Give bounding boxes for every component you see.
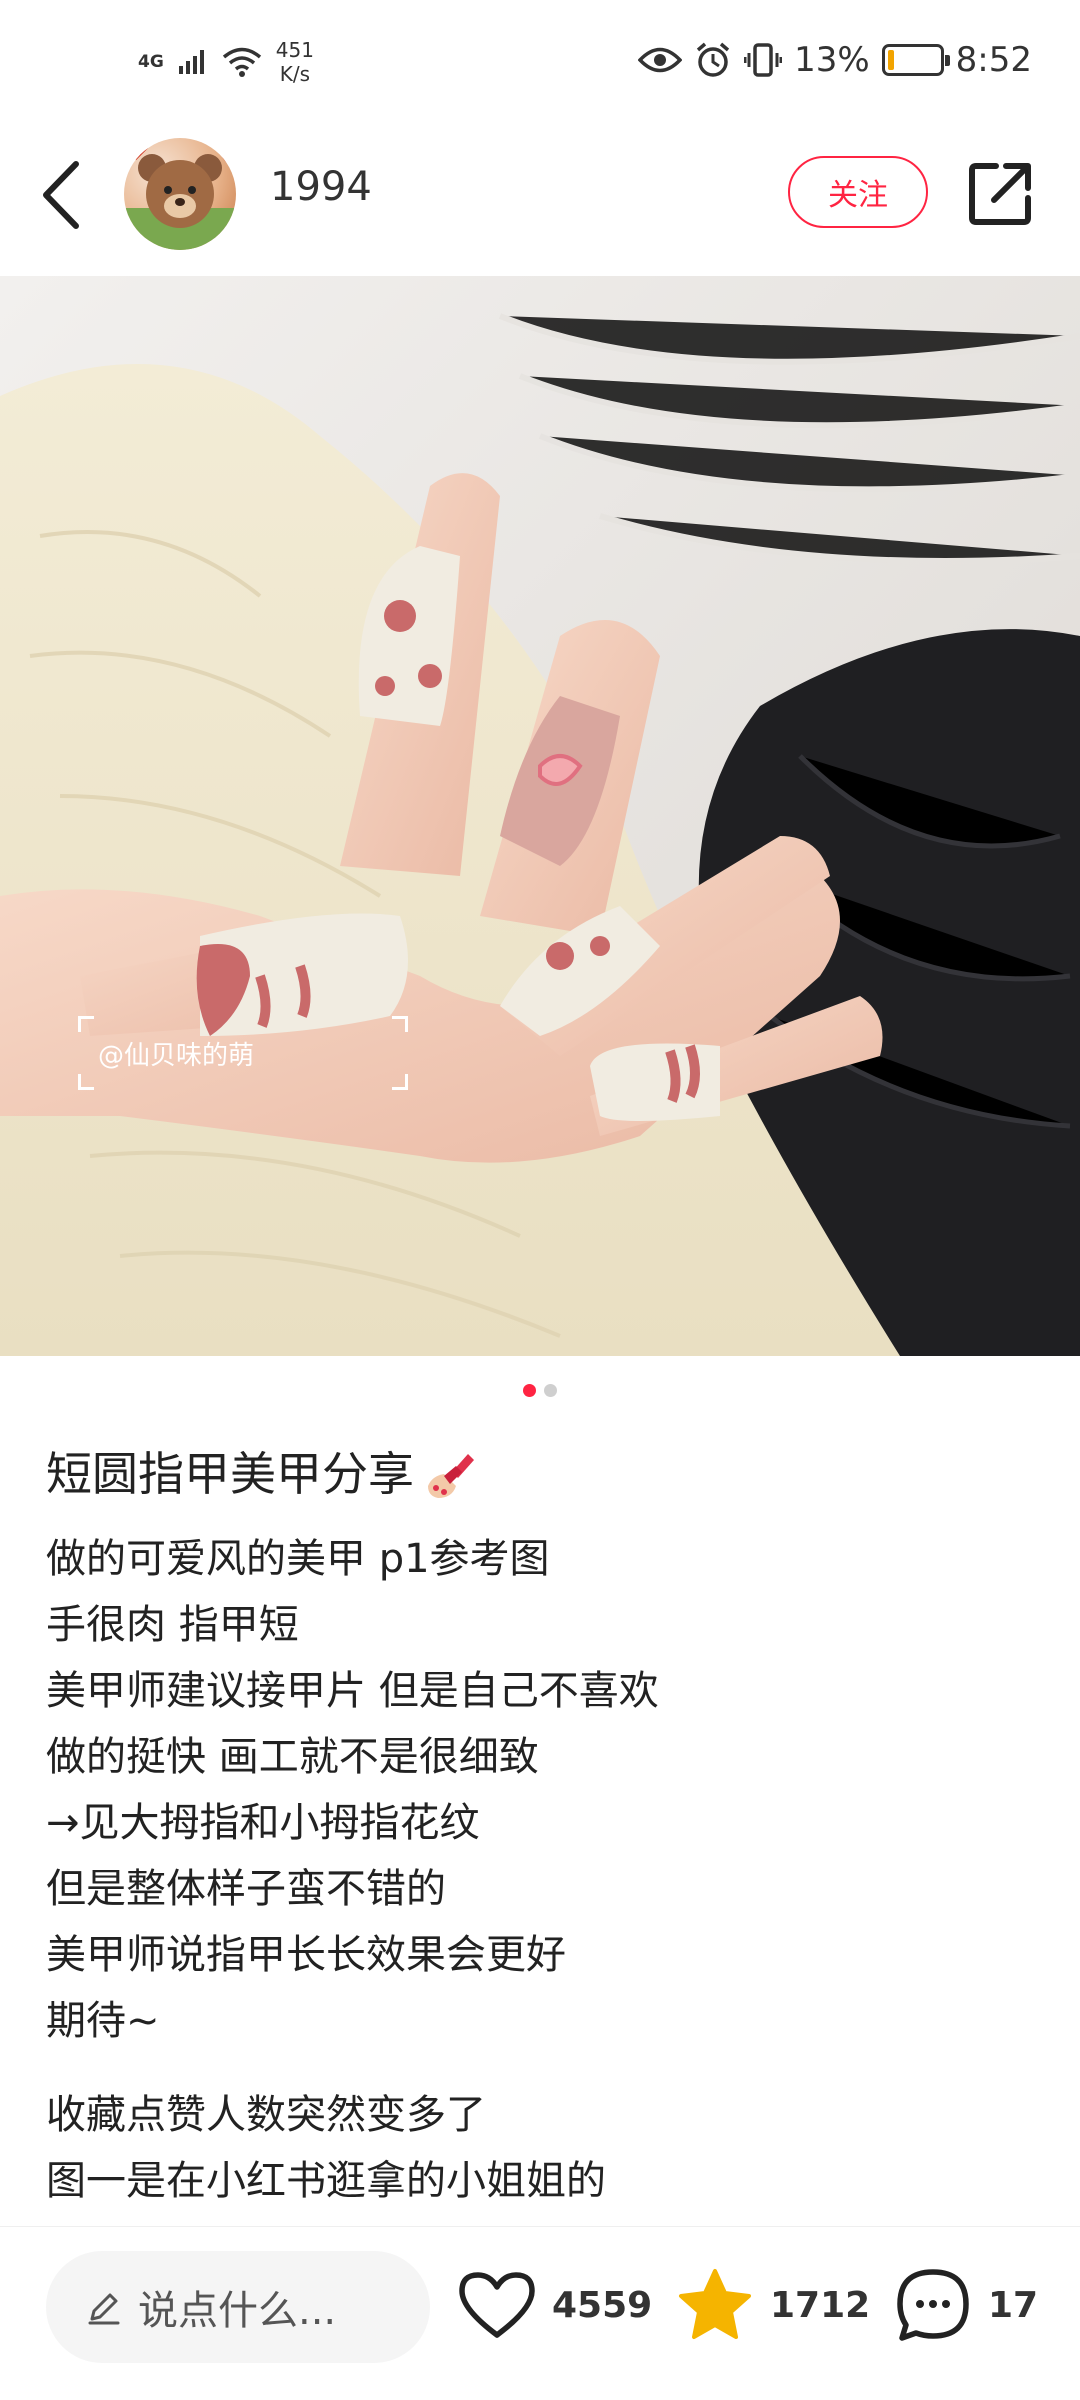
note-body-line: 手很肉 指甲短 (46, 1602, 299, 1648)
note-body-2: 收藏点赞人数突然变多了图一是在小红书逛拿的小姐姐的 (46, 2082, 1036, 2214)
photo-page-indicator (0, 1384, 1080, 1397)
pencil-icon (88, 2293, 120, 2325)
note-body-line: 图一是在小红书逛拿的小姐姐的 (46, 2158, 606, 2204)
wifi-icon (222, 47, 261, 77)
battery-icon (881, 44, 950, 76)
note-photo[interactable]: @仙贝味的萌 (0, 276, 1080, 1356)
back-icon[interactable] (34, 158, 94, 232)
network-type: 4G (138, 51, 164, 72)
nail-polish-emoji-icon (428, 1454, 474, 1498)
network-speed: 451 K/s (276, 38, 314, 86)
page-dot (544, 1384, 557, 1397)
engagement-bar: 说点什么... 4559 1712 17 (0, 2226, 1080, 2400)
signal-icon (178, 50, 204, 74)
note-body-line: 做的可爱风的美甲 p1参考图 (46, 1536, 550, 1582)
page-dot (523, 1384, 536, 1397)
collect-count: 1712 (770, 2284, 871, 2326)
avatar[interactable] (124, 138, 236, 250)
note-body-line: →见大拇指和小拇指花纹 (46, 1800, 480, 1846)
comment-placeholder: 说点什么... (138, 2288, 337, 2334)
note-header: 1994 关注 (0, 120, 1080, 270)
network-speed-unit: K/s (279, 62, 311, 86)
watermark-text: @仙贝味的萌 (98, 1040, 255, 1071)
note-body-line: 收藏点赞人数突然变多了 (46, 2092, 486, 2138)
battery-level (887, 50, 895, 70)
share-icon[interactable] (966, 158, 1036, 228)
follow-button[interactable]: 关注 (788, 156, 928, 228)
author-name[interactable]: 1994 (270, 164, 372, 210)
clock: 8:52 (955, 40, 1032, 80)
note-body-line: 期待~ (46, 1998, 160, 2044)
note-title: 短圆指甲美甲分享 (46, 1447, 414, 1501)
comment-button[interactable]: 17 (894, 2255, 1038, 2355)
note-body-line: 美甲师说指甲长长效果会更好 (46, 1932, 566, 1978)
like-count: 4559 (552, 2284, 653, 2326)
like-button[interactable]: 4559 (458, 2255, 652, 2355)
status-bar: 4G 451 K/s 13% 8:52 (0, 0, 1080, 120)
note-title-row: 短圆指甲美甲分享 (46, 1438, 1036, 1510)
alarm-icon (696, 42, 730, 77)
vibrate-icon (744, 43, 783, 77)
star-icon (679, 2269, 751, 2339)
comment-bubble-icon (897, 2269, 969, 2341)
note-body-line: 但是整体样子蛮不错的 (46, 1866, 446, 1912)
comment-count: 17 (988, 2284, 1039, 2326)
network-speed-value: 451 (275, 38, 314, 62)
note-content: 短圆指甲美甲分享 做的可爱风的美甲 p1参考图 手很肉 指甲短美甲师建议接甲片 但… (46, 1438, 1036, 2214)
note-body-line: 美甲师建议接甲片 但是自己不喜欢 (46, 1668, 659, 1714)
heart-icon (459, 2272, 535, 2338)
photo-watermark: @仙贝味的萌 (78, 1016, 408, 1090)
comment-input[interactable]: 说点什么... (46, 2251, 430, 2363)
battery-percent: 13% (794, 40, 870, 80)
note-body-line: 做的挺快 画工就不是很细致 (46, 1734, 539, 1780)
collect-button[interactable]: 1712 (676, 2255, 870, 2355)
eye-icon (638, 47, 683, 73)
status-left: 4G 451 K/s (138, 38, 314, 86)
status-right: 13% 8:52 (638, 40, 1032, 80)
note-body: 做的可爱风的美甲 p1参考图 手很肉 指甲短美甲师建议接甲片 但是自己不喜欢 做的挺… (46, 1526, 1036, 2054)
avatar-bear-image (124, 143, 236, 250)
nail-art-photo (0, 276, 1080, 1356)
